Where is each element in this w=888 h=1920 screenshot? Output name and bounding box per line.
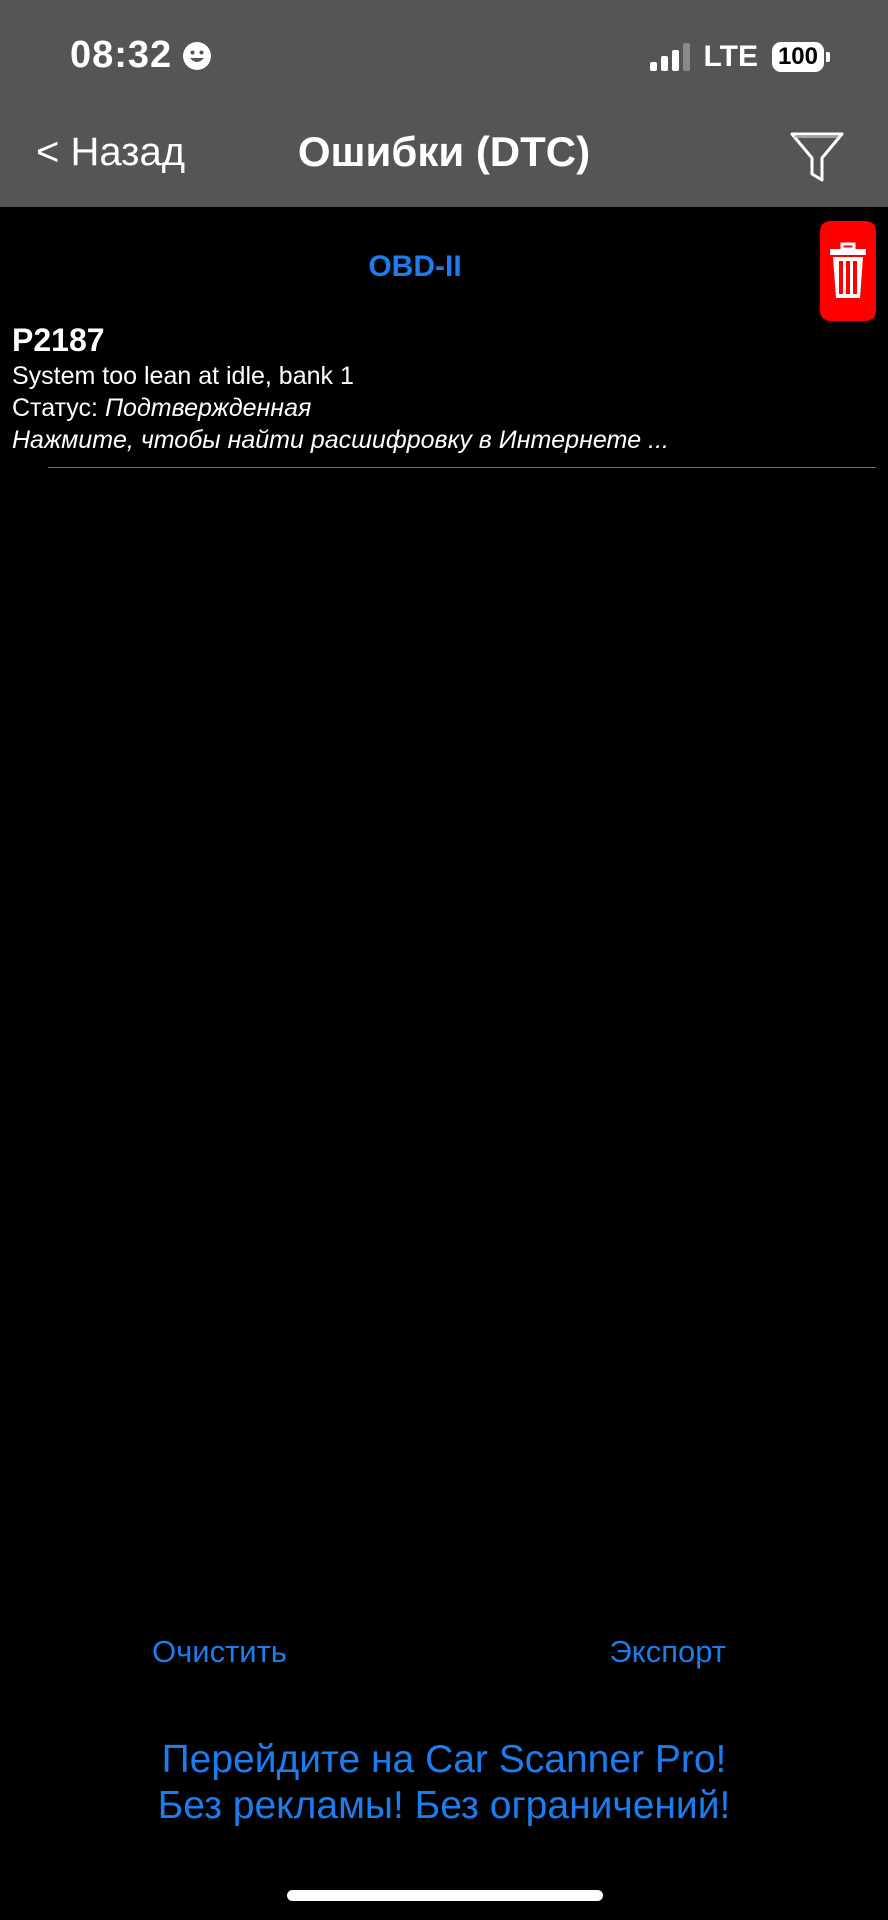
- dtc-status-label: Статус:: [12, 394, 98, 422]
- status-bar-indicators: LTE 100: [649, 40, 830, 74]
- network-type: LTE: [703, 40, 758, 73]
- dtc-status: Статус: Подтвержденная: [12, 392, 876, 424]
- dtc-code: P2187: [12, 322, 105, 358]
- dtc-status-value: Подтвержденная: [104, 394, 312, 422]
- list-divider: [48, 467, 876, 468]
- page-title: Ошибки (DTC): [297, 128, 591, 175]
- home-indicator[interactable]: [287, 1890, 603, 1901]
- section-header-obd2: OBD-II: [368, 250, 462, 283]
- dtc-search-hint: Нажмите, чтобы найти расшифровку в Интер…: [12, 426, 669, 454]
- top-header: 08:32 LTE 100 < Назад Ошибки (DTC): [0, 0, 888, 207]
- clock-text: 08:32: [70, 34, 173, 76]
- smiley-icon: [183, 41, 212, 70]
- clear-button[interactable]: Очистить: [152, 1634, 287, 1670]
- battery-icon: 100: [771, 42, 830, 72]
- status-bar-time: 08:32: [70, 34, 212, 77]
- promo-line-1: Перейдите на Car Scanner Pro!: [161, 1738, 727, 1781]
- dtc-description: System too lean at idle, bank 1: [12, 362, 354, 390]
- promo-line-2: Без рекламы! Без ограничений!: [157, 1784, 731, 1827]
- trash-icon: [830, 242, 866, 298]
- signal-strength-icon: [649, 43, 690, 71]
- filter-funnel-icon[interactable]: [788, 128, 846, 186]
- dtc-list-item[interactable]: P2187 System too lean at idle, bank 1 Ст…: [12, 320, 876, 468]
- upgrade-promo-link[interactable]: Перейдите на Car Scanner Pro! Без реклам…: [0, 1737, 888, 1829]
- battery-level: 100: [771, 42, 824, 72]
- export-button[interactable]: Экспорт: [610, 1634, 726, 1670]
- delete-button[interactable]: [820, 221, 876, 321]
